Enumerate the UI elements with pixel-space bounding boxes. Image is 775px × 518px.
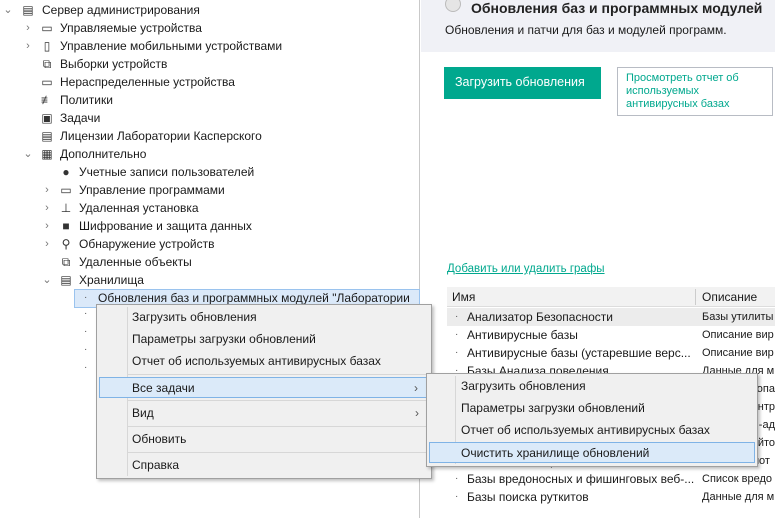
row-name: Базы поиска руткитов <box>467 490 589 504</box>
chevron-right-icon: › <box>414 381 418 395</box>
tree-item-remote-install[interactable]: › ⊥ Удаленная установка <box>0 199 420 217</box>
bullet-icon: · <box>455 347 459 358</box>
column-header-description[interactable]: Описание <box>702 287 757 307</box>
menu-item-download-updates[interactable]: Загрузить обновления <box>99 307 429 328</box>
tree-item-app-management[interactable]: › ▭ Управление программами <box>0 181 420 199</box>
menu-item-all-tasks[interactable]: Все задачи › <box>99 377 429 398</box>
row-name: Антивирусные базы (устаревшие верс... <box>467 346 691 360</box>
submenu-item-update-settings[interactable]: Параметры загрузки обновлений <box>429 398 755 419</box>
tree-item-selections[interactable]: ⧉ Выборки устройств <box>0 55 420 73</box>
bullet-icon: · <box>84 292 88 303</box>
row-description: Список вредо <box>702 473 773 485</box>
bullet-icon[interactable]: · <box>84 308 87 319</box>
devices-icon: ⧉ <box>42 57 52 71</box>
user-icon: ● <box>62 165 70 179</box>
column-divider[interactable] <box>695 289 696 305</box>
tree-item-deleted[interactable]: ⧉ Удаленные объекты <box>0 253 420 271</box>
license-icon: ▤ <box>41 129 53 143</box>
tree-item-repositories[interactable]: ⌄ ▤ Хранилища <box>0 271 420 289</box>
bullet-icon[interactable]: · <box>84 344 87 355</box>
submenu-item-download-updates[interactable]: Загрузить обновления <box>429 376 755 397</box>
tree-item-tasks[interactable]: ▣ Задачи <box>0 109 420 127</box>
row-description: Данные для м <box>702 491 775 503</box>
bullet-icon[interactable]: · <box>84 362 87 373</box>
storage-icon: ▤ <box>60 273 72 287</box>
row-name: Анализатор Безопасности <box>467 310 613 324</box>
monitor-icon: ▭ <box>41 21 53 35</box>
page-subtitle: Обновления и патчи для баз и модулей про… <box>445 23 727 37</box>
chevron-right-icon[interactable]: › <box>41 235 53 253</box>
download-updates-button[interactable]: Загрузить обновления <box>444 67 601 99</box>
view-report-button[interactable]: Просмотреть отчет об используемых антиви… <box>617 67 773 116</box>
bullet-icon: · <box>455 491 459 502</box>
submenu-item-clear-repository[interactable]: Очистить хранилище обновлений <box>429 442 755 463</box>
tree-item-encryption[interactable]: › ■ Шифрование и защита данных <box>0 217 420 235</box>
monitor-alert-icon: ▭ <box>41 75 53 89</box>
chevron-right-icon[interactable]: › <box>41 181 53 199</box>
bullet-icon: · <box>455 311 459 322</box>
chevron-down-icon[interactable]: ⌄ <box>22 145 34 163</box>
row-name: Базы вредоносных и фишинговых веб-... <box>467 472 695 486</box>
menu-item-update-settings[interactable]: Параметры загрузки обновлений <box>99 329 429 350</box>
chevron-right-icon[interactable]: › <box>22 37 34 55</box>
tree-item-licenses[interactable]: ▤ Лицензии Лаборатории Касперского <box>0 127 420 145</box>
clipboard-icon: ▣ <box>41 111 53 125</box>
menu-item-refresh[interactable]: Обновить <box>99 429 429 450</box>
table-row[interactable]: · Анализатор Безопасности Базы утилиты <box>447 308 775 326</box>
devices-icon: ⧉ <box>61 255 71 269</box>
bullet-icon: · <box>455 329 459 340</box>
menu-item-help[interactable]: Справка <box>99 455 429 476</box>
lock-icon: ■ <box>62 219 70 233</box>
column-header-name[interactable]: Имя <box>452 287 475 307</box>
collapse-icon[interactable] <box>445 0 461 12</box>
add-remove-columns-link[interactable]: Добавить или удалить графы <box>447 263 605 275</box>
row-name: Антивирусные базы <box>467 328 578 342</box>
computer-icon: ⊥ <box>60 201 72 215</box>
chevron-right-icon[interactable]: › <box>41 217 53 235</box>
page-header: Обновления баз и программных модулей Обн… <box>421 0 775 52</box>
grid-icon: ▦ <box>41 147 53 161</box>
tree-item-user-accounts[interactable]: ● Учетные записи пользователей <box>0 163 420 181</box>
tree-item-policies[interactable]: ≢ Политики <box>0 91 420 109</box>
search-icon: ⚲ <box>61 237 71 251</box>
chevron-right-icon: › <box>415 406 419 420</box>
tree-item-admin-server[interactable]: ⌄ ▤ Сервер администрирования <box>0 1 420 19</box>
bullet-icon: · <box>455 473 459 484</box>
context-menu: Загрузить обновления Параметры загрузки … <box>96 304 432 479</box>
menu-item-av-report[interactable]: Отчет об используемых антивирусных базах <box>99 351 429 372</box>
chevron-down-icon[interactable]: ⌄ <box>2 1 14 19</box>
phone-icon: ▯ <box>43 39 51 53</box>
chevron-down-icon[interactable]: ⌄ <box>41 271 53 289</box>
tree-item-advanced[interactable]: ⌄ ▦ Дополнительно <box>0 145 420 163</box>
tree-item-mobile[interactable]: › ▯ Управление мобильными устройствами <box>0 37 420 55</box>
table-row[interactable]: · Базы вредоносных и фишинговых веб-... Сп… <box>447 470 775 488</box>
tree-item-managed-devices[interactable]: › ▭ Управляемые устройства <box>0 19 420 37</box>
chevron-right-icon[interactable]: › <box>22 19 34 37</box>
tree-item-unassigned[interactable]: ▭ Нераспределенные устройства <box>0 73 420 91</box>
page-title: Обновления баз и программных модулей <box>471 0 763 16</box>
policy-icon: ≢ <box>41 93 53 107</box>
table-row[interactable]: · Антивирусные базы (устаревшие верс... Оп… <box>447 344 775 362</box>
row-description: Описание вир <box>702 329 774 341</box>
bullet-icon[interactable]: · <box>84 326 87 337</box>
row-description: Базы утилиты <box>702 311 774 323</box>
submenu-item-av-report[interactable]: Отчет об используемых антивирусных базах <box>429 420 755 441</box>
tree-item-discovery[interactable]: › ⚲ Обнаружение устройств <box>0 235 420 253</box>
window-icon: ▭ <box>60 183 72 197</box>
table-row[interactable]: · Антивирусные базы Описание вир <box>447 326 775 344</box>
all-tasks-submenu: Загрузить обновления Параметры загрузки … <box>426 373 758 467</box>
table-header: Имя Описание <box>447 287 775 307</box>
row-description: Описание вир <box>702 347 774 359</box>
menu-item-view[interactable]: Вид › <box>99 403 429 424</box>
table-row[interactable]: · Базы поиска руткитов Данные для м <box>447 488 775 506</box>
server-icon: ▤ <box>22 3 34 17</box>
chevron-right-icon[interactable]: › <box>41 199 53 217</box>
